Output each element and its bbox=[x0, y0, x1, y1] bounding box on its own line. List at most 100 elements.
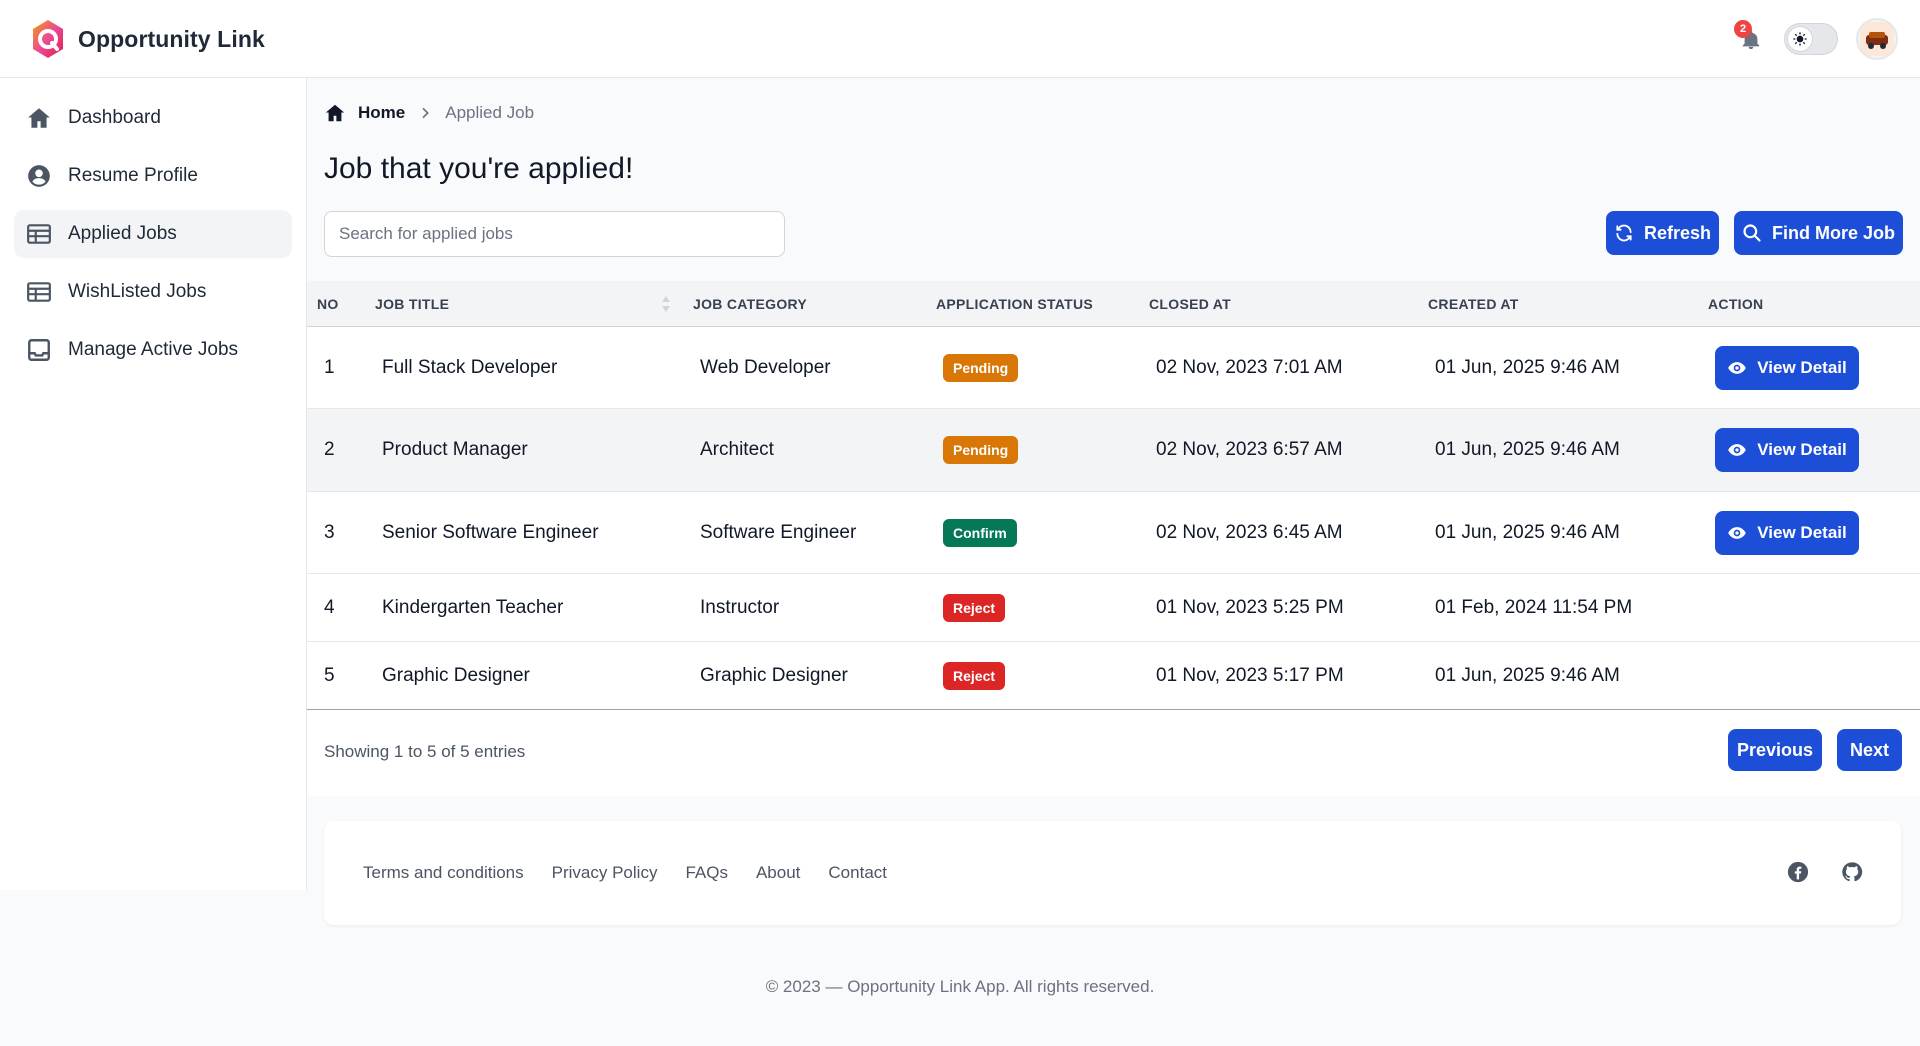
table-row: 3 Senior Software Engineer Software Engi… bbox=[307, 492, 1920, 574]
user-circle-icon bbox=[28, 165, 50, 187]
status-badge: Reject bbox=[943, 593, 1006, 622]
inbox-icon bbox=[28, 339, 50, 361]
footer-link-terms[interactable]: Terms and conditions bbox=[363, 863, 524, 883]
view-detail-label: View Detail bbox=[1757, 440, 1847, 459]
cell-no: 2 bbox=[324, 439, 335, 460]
find-more-job-button[interactable]: Find More Job bbox=[1734, 211, 1903, 255]
sidebar-nav: Dashboard Resume Profile Applied Jobs Wi… bbox=[0, 78, 306, 400]
cell-status: Confirm bbox=[943, 492, 1017, 573]
sort-icon[interactable] bbox=[661, 295, 671, 313]
column-header-created-at: CREATED AT bbox=[1428, 296, 1519, 312]
eye-icon bbox=[1728, 361, 1747, 374]
breadcrumb-current: Applied Job bbox=[445, 103, 535, 122]
view-detail-button[interactable]: View Detail bbox=[1715, 510, 1859, 555]
footer-social bbox=[1787, 861, 1863, 883]
cell-closed-at: 01 Nov, 2023 5:25 PM bbox=[1156, 596, 1344, 618]
cell-no: 5 bbox=[324, 664, 335, 686]
breadcrumb-home-link[interactable]: Home bbox=[358, 103, 405, 123]
cell-status: Reject bbox=[943, 574, 1006, 641]
cell-created-at: 01 Jun, 2025 9:46 AM bbox=[1435, 356, 1620, 378]
cell-action: View Detail bbox=[1715, 409, 1859, 491]
view-detail-label: View Detail bbox=[1757, 522, 1847, 542]
column-header-job-category: JOB CATEGORY bbox=[693, 296, 808, 312]
table-icon bbox=[27, 224, 51, 244]
cell-job-category: Graphic Designer bbox=[700, 664, 848, 686]
footer-link-about[interactable]: About bbox=[756, 863, 800, 883]
search-input[interactable] bbox=[324, 211, 785, 257]
column-header-closed-at: CLOSED AT bbox=[1149, 296, 1232, 312]
sidebar-item-dashboard[interactable]: Dashboard bbox=[14, 94, 292, 142]
footer-link-faqs[interactable]: FAQs bbox=[685, 863, 728, 883]
table-row: 1 Full Stack Developer Web Developer Pen… bbox=[307, 327, 1920, 409]
sidebar-item-manage-active-jobs[interactable]: Manage Active Jobs bbox=[14, 326, 292, 374]
cell-no: 4 bbox=[324, 596, 335, 618]
top-navbar: Opportunity Link 2 bbox=[0, 0, 1920, 78]
table-row: 2 Product Manager Architect Pending 02 N… bbox=[307, 409, 1920, 492]
breadcrumb: Home Applied Job bbox=[324, 102, 534, 124]
cell-no: 1 bbox=[324, 356, 335, 378]
cell-status: Pending bbox=[943, 327, 1019, 408]
sidebar-item-wishlisted-jobs[interactable]: WishListed Jobs bbox=[14, 268, 292, 316]
facebook-icon[interactable] bbox=[1787, 861, 1809, 883]
cell-job-category: Software Engineer bbox=[700, 521, 857, 543]
footer-links: Terms and conditions Privacy Policy FAQs… bbox=[363, 863, 887, 883]
sidebar-item-label: WishListed Jobs bbox=[68, 281, 207, 302]
page-title: Job that you're applied! bbox=[324, 152, 634, 185]
cell-job-category: Web Developer bbox=[700, 356, 831, 378]
status-badge: Pending bbox=[943, 436, 1019, 464]
sidebar-item-label: Manage Active Jobs bbox=[68, 339, 239, 360]
notification-count-badge: 2 bbox=[1734, 20, 1752, 38]
cell-job-title: Product Manager bbox=[382, 439, 528, 460]
chevron-right-icon bbox=[422, 107, 430, 119]
cell-created-at: 01 Jun, 2025 9:46 AM bbox=[1435, 521, 1620, 543]
cell-action: View Detail bbox=[1715, 492, 1859, 573]
sidebar-item-label: Applied Jobs bbox=[68, 223, 177, 244]
column-header-application-status: APPLICATION STATUS bbox=[936, 296, 1094, 312]
avatar-image-icon bbox=[1860, 22, 1894, 56]
refresh-icon bbox=[1616, 224, 1632, 242]
theme-toggle[interactable] bbox=[1784, 23, 1838, 55]
site-footer: Terms and conditions Privacy Policy FAQs… bbox=[324, 821, 1901, 925]
view-detail-button[interactable]: View Detail bbox=[1715, 345, 1859, 390]
cell-job-title: Senior Software Engineer bbox=[382, 521, 599, 543]
eye-icon bbox=[1728, 526, 1747, 539]
cell-status: Reject bbox=[943, 642, 1006, 709]
entries-summary: Showing 1 to 5 of 5 entries bbox=[324, 742, 526, 761]
view-detail-button[interactable]: View Detail bbox=[1715, 428, 1859, 472]
cell-job-category: Architect bbox=[700, 439, 774, 460]
status-badge: Reject bbox=[943, 661, 1006, 690]
footer-link-contact[interactable]: Contact bbox=[828, 863, 887, 883]
view-detail-label: View Detail bbox=[1757, 357, 1847, 377]
cell-job-title: Graphic Designer bbox=[382, 664, 530, 686]
next-page-button[interactable]: Next bbox=[1837, 729, 1902, 771]
cell-created-at: 01 Feb, 2024 11:54 PM bbox=[1435, 596, 1633, 618]
cell-job-title: Kindergarten Teacher bbox=[382, 596, 564, 618]
table-pagination: Showing 1 to 5 of 5 entries Previous Nex… bbox=[307, 710, 1920, 796]
notifications-button[interactable]: 2 bbox=[1734, 20, 1766, 54]
cell-closed-at: 02 Nov, 2023 6:57 AM bbox=[1156, 439, 1343, 460]
github-icon[interactable] bbox=[1841, 861, 1863, 883]
table-header: NO JOB TITLE JOB CATEGORY APPLICATION ST… bbox=[307, 281, 1920, 327]
user-avatar[interactable] bbox=[1856, 18, 1898, 60]
cell-job-category: Instructor bbox=[700, 596, 780, 618]
status-badge: Pending bbox=[943, 353, 1019, 382]
eye-icon bbox=[1728, 444, 1747, 456]
table-icon bbox=[27, 282, 51, 302]
column-header-label: JOB TITLE bbox=[375, 296, 450, 312]
footer-link-privacy[interactable]: Privacy Policy bbox=[552, 863, 658, 883]
column-header-action: ACTION bbox=[1708, 296, 1764, 312]
sidebar-item-resume-profile[interactable]: Resume Profile bbox=[14, 152, 292, 200]
previous-page-button[interactable]: Previous bbox=[1728, 729, 1822, 771]
cell-closed-at: 02 Nov, 2023 7:01 AM bbox=[1156, 356, 1343, 378]
cell-status: Pending bbox=[943, 409, 1019, 491]
sidebar: Dashboard Resume Profile Applied Jobs Wi… bbox=[0, 78, 307, 890]
brand[interactable]: Opportunity Link bbox=[30, 18, 265, 60]
sidebar-item-applied-jobs[interactable]: Applied Jobs bbox=[14, 210, 292, 258]
search-icon bbox=[1743, 224, 1761, 242]
refresh-label: Refresh bbox=[1643, 222, 1712, 243]
refresh-button[interactable]: Refresh bbox=[1606, 211, 1719, 255]
cell-job-title: Full Stack Developer bbox=[382, 356, 558, 378]
app-name: Opportunity Link bbox=[78, 25, 265, 52]
home-icon[interactable] bbox=[324, 102, 346, 124]
column-header-job-title[interactable]: JOB TITLE bbox=[375, 281, 671, 327]
